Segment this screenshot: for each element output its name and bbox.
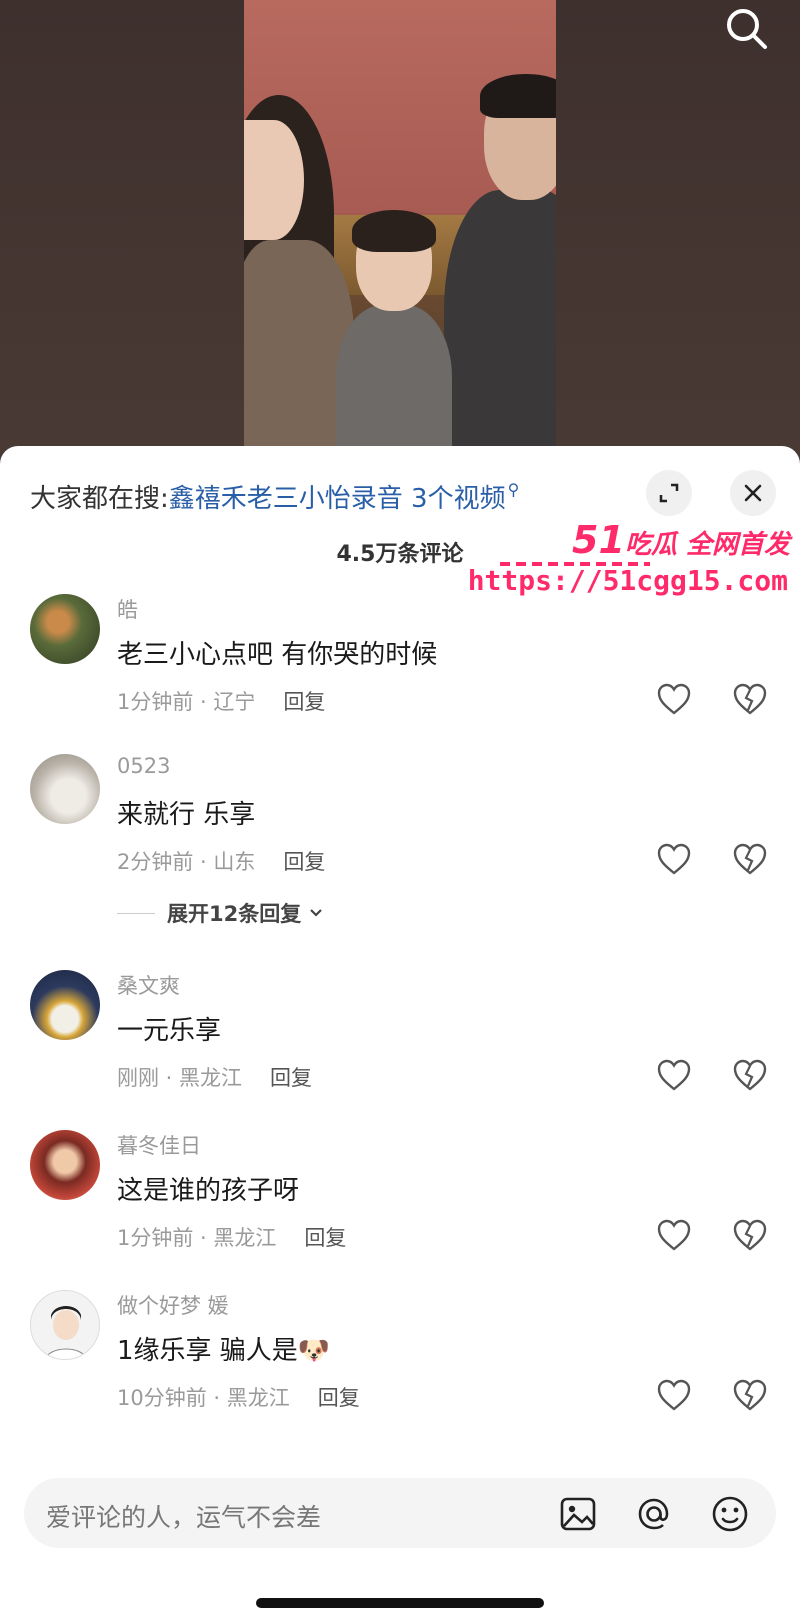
comment-text: 1缘乐享 骗人是🐶: [117, 1336, 331, 1366]
avatar[interactable]: [30, 1290, 100, 1360]
comment-meta: 1分钟前 · 辽宁 回复: [117, 686, 325, 716]
avatar[interactable]: [30, 970, 100, 1040]
at-icon[interactable]: [634, 1494, 674, 1534]
avatar[interactable]: [30, 594, 100, 664]
comment-author[interactable]: 做个好梦 媛: [117, 1290, 229, 1320]
avatar-illustration: [45, 1306, 87, 1359]
comment-sheet: 大家都在搜: 鑫禧禾老三小怡录音 3个视频 ⚲ 4.5万条评论 51吃瓜 全网首…: [0, 446, 800, 1624]
comment-author[interactable]: 桑文爽: [117, 970, 180, 1000]
comment-time-location: 1分钟前 · 辽宁: [117, 690, 256, 714]
comment-input-bar[interactable]: 爱评论的人，运气不会差: [24, 1478, 776, 1548]
comment-author[interactable]: 0523: [117, 754, 170, 778]
search-icon[interactable]: [722, 4, 772, 54]
expand-button[interactable]: [646, 470, 692, 516]
comment-text: 老三小心点吧 有你哭的时候: [117, 640, 438, 670]
heart-icon[interactable]: [656, 1058, 692, 1092]
broken-heart-icon[interactable]: [732, 1378, 768, 1412]
comment-time-location: 10分钟前 · 黑龙江: [117, 1386, 290, 1410]
reply-button[interactable]: 回复: [304, 1222, 346, 1252]
suggested-search-query[interactable]: 鑫禧禾老三小怡录音 3个视频: [169, 478, 506, 515]
comment-author[interactable]: 暮冬佳日: [117, 1130, 201, 1160]
comment-time-location: 1分钟前 · 黑龙江: [117, 1226, 277, 1250]
broken-heart-icon[interactable]: [732, 682, 768, 716]
video-background[interactable]: [0, 0, 800, 470]
heart-icon[interactable]: [656, 1378, 692, 1412]
home-indicator[interactable]: [256, 1598, 544, 1608]
chevron-down-icon: [310, 909, 323, 917]
woman-face: [244, 120, 304, 240]
mini-search-icon: ⚲: [507, 479, 520, 499]
man-hair: [480, 74, 556, 118]
watermark-brand: 51吃瓜 全网首发: [572, 518, 790, 562]
expand-replies-label: 展开12条回复: [167, 902, 302, 926]
avatar[interactable]: [30, 1130, 100, 1200]
reply-button[interactable]: 回复: [270, 1062, 312, 1092]
watermark-brand-text: 吃瓜 全网首发: [624, 530, 790, 560]
comment-time-location: 2分钟前 · 山东: [117, 850, 256, 874]
comment-meta: 2分钟前 · 山东 回复: [117, 846, 325, 876]
expand-replies-button[interactable]: 展开12条回复: [117, 898, 325, 928]
close-button[interactable]: [730, 470, 776, 516]
emoji-icon[interactable]: [710, 1494, 750, 1534]
comment-text: 一元乐享: [117, 1016, 222, 1046]
image-icon[interactable]: [558, 1494, 598, 1534]
comment-time-location: 刚刚 · 黑龙江: [117, 1066, 243, 1090]
avatar[interactable]: [30, 754, 100, 824]
video-frame: [244, 0, 556, 470]
heart-icon[interactable]: [656, 682, 692, 716]
reply-button[interactable]: 回复: [318, 1382, 360, 1412]
suggested-search[interactable]: 大家都在搜: 鑫禧禾老三小怡录音 3个视频 ⚲: [30, 474, 519, 518]
close-icon: [744, 484, 762, 502]
heart-icon[interactable]: [656, 1218, 692, 1252]
reply-button[interactable]: 回复: [283, 686, 325, 716]
divider: [117, 912, 155, 914]
broken-heart-icon[interactable]: [732, 1218, 768, 1252]
comment-meta: 刚刚 · 黑龙江 回复: [117, 1062, 312, 1092]
watermark: 51吃瓜 全网首发 https://51cgg15.com: [468, 518, 796, 608]
comment-meta: 1分钟前 · 黑龙江 回复: [117, 1222, 346, 1252]
comment-text: 这是谁的孩子呀: [117, 1176, 300, 1206]
comment-author[interactable]: 皓: [117, 594, 138, 624]
broken-heart-icon[interactable]: [732, 842, 768, 876]
watermark-url: https://51cgg15.com: [467, 564, 788, 597]
comment-text: 来就行 乐享: [117, 800, 256, 830]
watermark-brand-number: 51: [572, 518, 625, 562]
broken-heart-icon[interactable]: [732, 1058, 768, 1092]
kid-hair: [352, 210, 436, 252]
comment-meta: 10分钟前 · 黑龙江 回复: [117, 1382, 360, 1412]
comment-input-placeholder[interactable]: 爱评论的人，运气不会差: [46, 1498, 321, 1534]
man-body: [444, 190, 556, 470]
heart-icon[interactable]: [656, 842, 692, 876]
expand-icon: [659, 483, 679, 503]
suggested-search-prefix: 大家都在搜:: [30, 483, 169, 514]
reply-button[interactable]: 回复: [283, 846, 325, 876]
